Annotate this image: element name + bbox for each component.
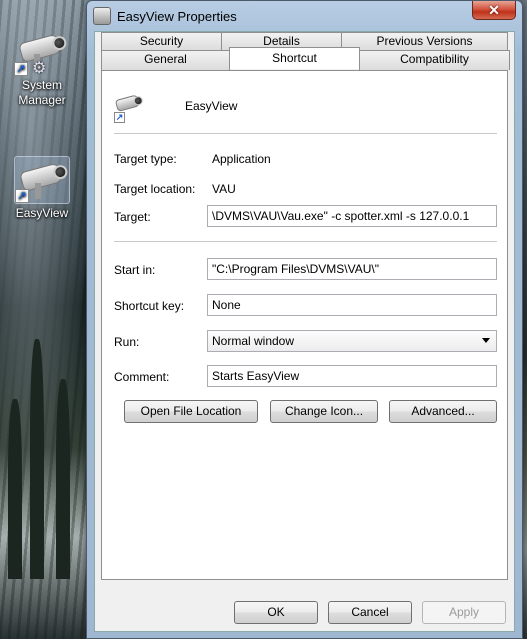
tree-silhouette — [30, 339, 44, 579]
divider — [114, 241, 497, 242]
shortcut-key-label: Shortcut key: — [114, 299, 185, 313]
comment-label: Comment: — [114, 370, 170, 384]
tab-row-2: General Shortcut Compatibility — [101, 47, 510, 70]
shortcut-arrow-icon: ↗ — [15, 189, 29, 203]
run-label: Run: — [114, 335, 140, 349]
tab-security[interactable]: Security — [101, 32, 222, 50]
tree-silhouette — [56, 379, 70, 579]
window-title: EasyView Properties — [117, 9, 237, 24]
tab-previous-versions[interactable]: Previous Versions — [341, 32, 508, 50]
run-select[interactable]: Normal window — [207, 330, 497, 352]
target-field[interactable]: \DVMS\VAU\Vau.exe" -c spotter.xml -s 127… — [207, 205, 497, 227]
cancel-button[interactable]: Cancel — [328, 601, 412, 624]
desktop-icon-label: System Manager — [18, 78, 66, 107]
camera-icon — [93, 7, 111, 25]
comment-field[interactable]: Starts EasyView — [207, 365, 497, 387]
gear-icon: ⚙ — [32, 60, 47, 77]
dialog-client: Security Details Previous Versions Gener… — [94, 31, 515, 632]
chevron-down-icon — [482, 338, 490, 343]
camera-icon: ↗ — [14, 156, 70, 204]
start-in-field[interactable]: "C:\Program Files\DVMS\VAU\" — [207, 258, 497, 280]
ok-button[interactable]: OK — [234, 601, 318, 624]
tree-silhouette — [8, 399, 22, 579]
camera-icon: ↗ — [114, 91, 146, 123]
properties-window: EasyView Properties ✕ Security Details P… — [86, 0, 523, 639]
shortcut-name: EasyView — [185, 99, 238, 113]
title-bar[interactable]: EasyView Properties ✕ — [87, 1, 522, 31]
tab-shortcut[interactable]: Shortcut — [229, 47, 360, 69]
desktop-icon-system-manager[interactable]: ↗ ⚙ System Manager — [8, 28, 76, 108]
change-icon-button[interactable]: Change Icon... — [270, 400, 378, 423]
tab-general[interactable]: General — [101, 50, 230, 70]
open-file-location-button[interactable]: Open File Location — [124, 400, 258, 423]
shortcut-arrow-icon: ↗ — [14, 62, 28, 76]
advanced-button[interactable]: Advanced... — [389, 400, 497, 423]
desktop-icon-easyview[interactable]: ↗ EasyView — [8, 156, 76, 221]
desktop-icon-label: EasyView — [15, 206, 69, 220]
target-type-value: Application — [212, 152, 271, 166]
target-location-label: Target location: — [114, 182, 196, 196]
start-in-label: Start in: — [114, 263, 156, 277]
tab-compatibility[interactable]: Compatibility — [359, 50, 510, 70]
system-manager-icon: ↗ ⚙ — [14, 28, 70, 77]
apply-button[interactable]: Apply — [422, 601, 506, 624]
shortcut-panel: ↗ EasyView Target type: Application Targ… — [101, 70, 508, 580]
target-type-label: Target type: — [114, 152, 177, 166]
divider — [114, 133, 497, 134]
target-location-value: VAU — [212, 182, 236, 196]
close-button[interactable]: ✕ — [472, 1, 516, 20]
target-label: Target: — [114, 210, 151, 224]
shortcut-arrow-icon: ↗ — [114, 112, 125, 123]
shortcut-key-field[interactable]: None — [207, 294, 497, 316]
run-select-value: Normal window — [212, 334, 295, 348]
